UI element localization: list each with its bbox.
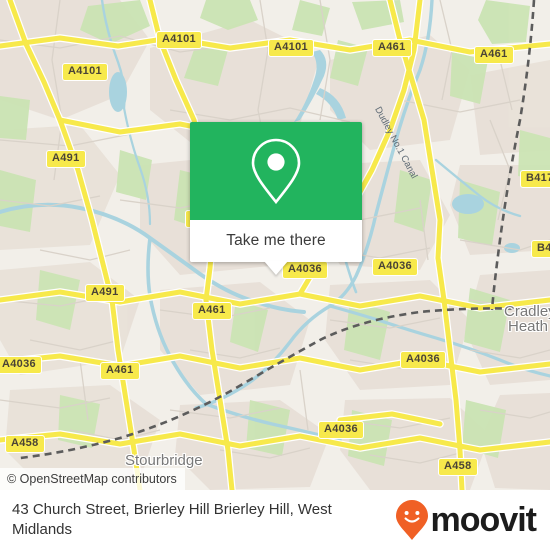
popup-tail (264, 261, 288, 275)
road-shield[interactable]: B417 (520, 170, 550, 188)
moovit-map-screen: A4101 A4101 A461 A461 A4101 A491 B417 B … (0, 0, 550, 550)
road-shield[interactable]: A461 (372, 39, 412, 57)
map-pin-icon (251, 138, 301, 205)
road-shield[interactable]: A461 (100, 362, 140, 380)
road-shield[interactable]: A461 (474, 46, 514, 64)
road-shield[interactable]: A491 (46, 150, 86, 168)
road-shield[interactable]: A4036 (400, 351, 446, 369)
map-attribution[interactable]: © OpenStreetMap contributors (0, 468, 185, 490)
road-shield[interactable]: A461 (192, 302, 232, 320)
road-shield[interactable]: A458 (438, 458, 478, 476)
map-popup[interactable]: Take me there (190, 122, 362, 275)
road-shield[interactable]: A4036 (318, 421, 364, 439)
road-shield[interactable]: A4101 (156, 31, 202, 49)
popup-footer[interactable]: Take me there (190, 220, 362, 275)
moovit-wordmark: moovit (430, 501, 537, 539)
moovit-smiley-pin-icon (395, 500, 428, 540)
road-shield[interactable]: A4101 (268, 39, 314, 57)
moovit-logo[interactable]: moovit (395, 499, 537, 541)
popup-header (190, 122, 362, 220)
road-shield[interactable]: A4036 (372, 258, 418, 276)
road-shield[interactable]: A458 (5, 435, 45, 453)
road-shield-occluded[interactable]: A4036 (282, 261, 328, 279)
road-shield[interactable]: B41 (531, 240, 550, 258)
road-shield[interactable]: A4101 (62, 63, 108, 81)
road-shield[interactable]: A4036 (0, 356, 42, 374)
place-label-stourbridge: Stourbridge (125, 452, 203, 469)
page-footer: 43 Church Street, Brierley Hill Brierley… (0, 490, 550, 550)
road-shield[interactable]: A491 (85, 284, 125, 302)
take-me-there-label: Take me there (226, 232, 326, 249)
address-label: 43 Church Street, Brierley Hill Brierley… (12, 501, 332, 538)
place-label-heath: Heath (508, 318, 549, 335)
